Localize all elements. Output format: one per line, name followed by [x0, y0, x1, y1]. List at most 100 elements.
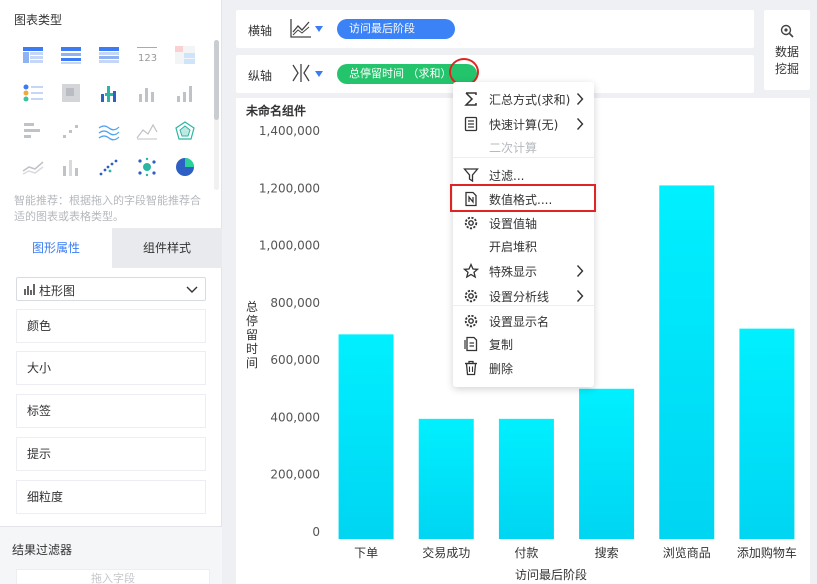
pie-chart-icon[interactable] [174, 156, 196, 178]
chevron-right-icon [576, 93, 584, 105]
result-filter-title: 结果过滤器 [12, 543, 73, 557]
field-context-menu: 汇总方式(求和) 快速计算(无) 二次计算 过滤... 数值格式.... 设置值轴 开启堆积… [453, 82, 594, 387]
menu-item-label: 汇总方式(求和) [489, 93, 571, 107]
area-chart-icon[interactable] [136, 120, 158, 142]
prop-size[interactable]: 大小 [16, 351, 206, 385]
menu-item-label: 过滤... [489, 169, 525, 183]
x-axis-field: 访问最后阶段 [349, 22, 415, 35]
y-tick-label: 1,200,000 [259, 181, 320, 195]
chart-types-scrollbar[interactable] [214, 40, 219, 190]
grouped-table-icon[interactable] [60, 44, 82, 66]
y-tick-label: 1,000,000 [259, 239, 320, 253]
x-axis-title: 访问最后阶段 [515, 567, 587, 582]
sigma-icon [464, 92, 477, 106]
detail-table-icon[interactable] [98, 44, 120, 66]
bar[interactable] [739, 328, 795, 539]
bar[interactable] [338, 334, 394, 539]
chevron-right-icon [576, 265, 584, 277]
menu-item[interactable]: 设置分析线 [453, 284, 594, 308]
x-tick-label: 下单 [354, 546, 378, 560]
menu-item[interactable]: 特殊显示 [453, 259, 594, 283]
bar[interactable] [498, 418, 554, 539]
menu-item-label: 快速计算(无) [489, 118, 559, 132]
chevron-right-icon [576, 290, 584, 302]
swap-axis-icon[interactable] [290, 63, 312, 83]
filter-drop-zone[interactable]: 拖入字段 [16, 569, 210, 584]
prop-label[interactable]: 标签 [16, 394, 206, 428]
dot-list-icon[interactable] [22, 82, 44, 104]
column-chart-icon[interactable] [174, 82, 196, 104]
menu-item-label: 设置值轴 [489, 217, 538, 231]
kpi-number-icon[interactable]: 123 [136, 44, 158, 66]
menu-item[interactable]: 设置显示名 [453, 309, 594, 333]
y-axis-field: 总停留时间 （求和） [349, 67, 452, 80]
bubble-chart-icon[interactable] [136, 156, 158, 178]
line-axis-icon[interactable] [290, 18, 312, 38]
chart-type-select[interactable]: 柱形图 [16, 277, 206, 301]
menu-item[interactable]: 设置值轴 [453, 211, 594, 235]
tab-component-style[interactable]: 组件样式 [112, 228, 222, 268]
gear-icon [464, 216, 478, 230]
data-mining-button[interactable]: 数据挖掘 [764, 10, 810, 90]
multi-line-icon[interactable] [22, 156, 44, 178]
menu-item[interactable]: 复制 [453, 332, 594, 356]
data-mining-label: 数据挖掘 [774, 45, 799, 76]
menu-item-label: 开启堆积 [489, 240, 538, 254]
menu-item-label: 设置显示名 [489, 315, 550, 329]
prop-granularity[interactable]: 细粒度 [16, 480, 206, 514]
data-mining-icon [780, 24, 794, 38]
chart-types-title: 图表类型 [14, 13, 63, 27]
horizontal-bar-icon[interactable] [22, 120, 44, 142]
prop-tooltip[interactable]: 提示 [16, 437, 206, 471]
x-axis-field-pill[interactable]: 访问最后阶段 [337, 19, 455, 39]
svg-text:123: 123 [138, 53, 157, 64]
caret-down-icon[interactable] [315, 26, 323, 32]
x-tick-label: 添加购物车 [737, 545, 797, 560]
x-tick-label: 搜索 [595, 545, 619, 560]
chevron-down-icon[interactable] [555, 64, 575, 84]
combo-bar-icon[interactable] [60, 156, 82, 178]
left-panel: 图表类型 123 智能推荐：根据拖入的字段智能推荐合适的图表或表格类型。 图形属… [0, 0, 222, 584]
result-filter-section: 结果过滤器 拖入字段 [0, 526, 222, 584]
highlight-rect [450, 184, 596, 212]
menu-item-label: 设置分析线 [489, 290, 550, 304]
radar-chart-icon[interactable] [174, 120, 196, 142]
waterfall-icon[interactable] [60, 120, 82, 142]
scatter-chart-icon[interactable] [98, 156, 120, 178]
bar-chart-icon[interactable] [136, 82, 158, 104]
chevron-right-icon [576, 118, 584, 130]
menu-item-label: 复制 [489, 338, 514, 352]
y-tick-label: 400,000 [270, 410, 320, 424]
caret-down-icon[interactable] [315, 71, 323, 77]
y-tick-label: 200,000 [270, 468, 320, 482]
gear-icon [464, 289, 478, 303]
bar[interactable] [659, 185, 715, 539]
cross-table-icon[interactable] [174, 44, 196, 66]
y-tick-label: 800,000 [270, 296, 320, 310]
y-axis-label: 纵轴 [248, 69, 273, 83]
gear-icon [464, 314, 478, 328]
property-tabs: 图形属性 组件样式 [0, 228, 222, 268]
bar-chart-icon [24, 284, 35, 295]
prop-color[interactable]: 颜色 [16, 309, 206, 343]
tab-graph-properties[interactable]: 图形属性 [0, 228, 112, 268]
menu-item[interactable]: 快速计算(无) [453, 112, 594, 136]
x-tick-label: 付款 [514, 546, 538, 560]
copy-icon [464, 336, 478, 352]
bar[interactable] [579, 388, 635, 539]
menu-item[interactable]: 汇总方式(求和) [453, 87, 594, 111]
table-icon[interactable] [22, 44, 44, 66]
heatmap-icon[interactable] [60, 82, 82, 104]
scrollbar-thumb[interactable] [214, 40, 219, 120]
menu-item[interactable]: 开启堆积 [453, 234, 594, 258]
chevron-down-icon [186, 286, 198, 293]
stacked-bar-icon[interactable] [98, 82, 120, 104]
filter-icon [463, 168, 479, 183]
bar[interactable] [418, 418, 474, 539]
menu-item[interactable]: 删除 [453, 356, 594, 380]
chart-type-value: 柱形图 [39, 284, 76, 298]
x-tick-label: 交易成功 [422, 545, 470, 560]
x-axis-label: 横轴 [248, 24, 273, 38]
menu-item: 二次计算 [453, 135, 594, 159]
line-chart-icon[interactable] [98, 120, 120, 142]
